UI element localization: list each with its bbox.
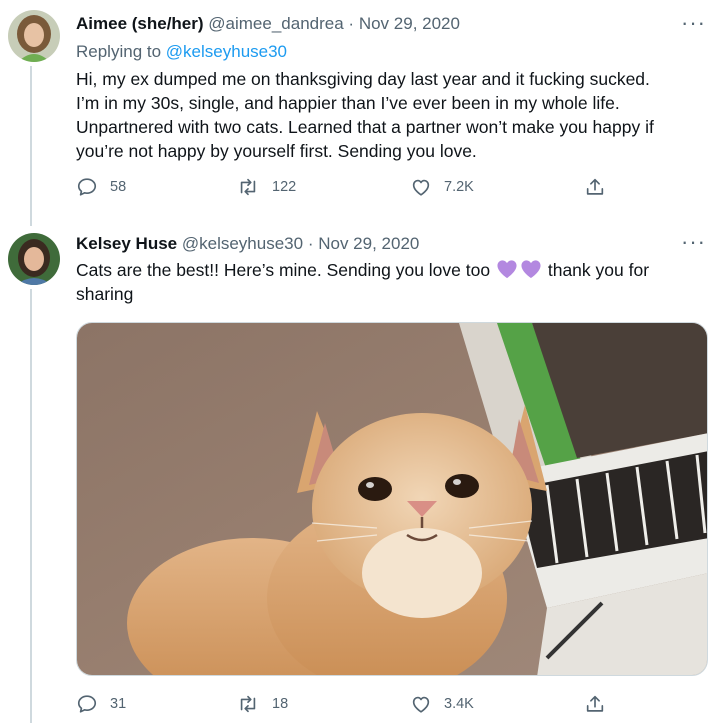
tweet-text-line: sharing <box>76 284 134 304</box>
purple-heart-icon <box>497 260 517 279</box>
tweet-date[interactable]: Nov 29, 2020 <box>359 14 460 33</box>
replying-to-label: Replying to <box>76 42 162 61</box>
reply-button[interactable]: 31 <box>76 693 126 715</box>
retweet-count: 122 <box>272 179 297 195</box>
retweet-icon <box>240 178 256 196</box>
user-handle[interactable]: @kelseyhuse30 <box>182 234 303 253</box>
reply-icon <box>77 695 97 713</box>
share-button[interactable] <box>584 693 606 715</box>
reply-icon <box>77 178 97 196</box>
display-name[interactable]: Kelsey Huse <box>76 234 177 253</box>
like-icon <box>412 179 430 196</box>
reply-count: 31 <box>110 696 127 712</box>
thread-line <box>30 289 32 723</box>
more-icon[interactable]: ··· <box>681 12 706 34</box>
purple-heart-icon <box>521 260 541 279</box>
cat-photo <box>77 323 707 675</box>
like-count: 3.4K <box>444 696 474 712</box>
reply-count: 58 <box>110 179 127 195</box>
more-icon[interactable]: ··· <box>681 231 706 253</box>
display-name[interactable]: Aimee (she/her) <box>76 14 204 33</box>
share-button[interactable] <box>584 176 606 198</box>
tweet-header: Kelsey Huse @kelseyhuse30 · Nov 29, 2020 <box>76 233 419 255</box>
tweet-text: Hi, my ex dumped me on thanksgiving day … <box>76 67 706 163</box>
thread-line <box>30 66 32 226</box>
retweet-icon <box>240 695 256 713</box>
tweet-header: Aimee (she/her) @aimee_dandrea · Nov 29,… <box>76 13 460 35</box>
action-bar: 31 18 3.4K <box>76 693 636 719</box>
tweet-text-line: I’m in my 30s, single, and happier than … <box>76 93 620 113</box>
like-button[interactable]: 3.4K <box>410 693 474 715</box>
share-icon <box>586 695 604 712</box>
tweet-text: Cats are the best!! Here’s mine. Sending… <box>76 258 706 306</box>
tweet-text-line: you’re not happy by yourself first. Send… <box>76 141 477 161</box>
tweet-aimee[interactable]: Aimee (she/her) @aimee_dandrea · Nov 29,… <box>0 0 726 226</box>
tweet-media-photo[interactable] <box>76 322 708 676</box>
retweet-button[interactable]: 122 <box>236 176 296 198</box>
retweet-button[interactable]: 18 <box>236 693 288 715</box>
like-button[interactable]: 7.2K <box>410 176 474 198</box>
separator-dot: · <box>307 234 314 253</box>
replying-to: Replying to @kelseyhuse30 <box>76 42 287 62</box>
replying-to-handle-link[interactable]: @kelseyhuse30 <box>166 42 287 61</box>
retweet-count: 18 <box>272 696 289 712</box>
action-bar: 58 122 7.2K <box>76 176 636 202</box>
tweet-text-line: Unpartnered with two cats. Learned that … <box>76 117 654 137</box>
avatar-kelsey[interactable] <box>8 233 60 285</box>
tweet-date[interactable]: Nov 29, 2020 <box>318 234 419 253</box>
like-icon <box>412 696 430 713</box>
separator-dot: · <box>348 14 355 33</box>
tweet-text-part: Cats are the best!! Here’s mine. Sending… <box>76 260 491 280</box>
reply-button[interactable]: 58 <box>76 176 126 198</box>
like-count: 7.2K <box>444 179 474 195</box>
tweet-text-line: Cats are the best!! Here’s mine. Sending… <box>76 258 706 282</box>
user-handle[interactable]: @aimee_dandrea <box>208 14 343 33</box>
share-icon <box>586 178 604 195</box>
tweet-text-line: Hi, my ex dumped me on thanksgiving day … <box>76 69 650 89</box>
tweet-text-part: thank you for <box>547 260 650 280</box>
avatar-aimee[interactable] <box>8 10 60 62</box>
